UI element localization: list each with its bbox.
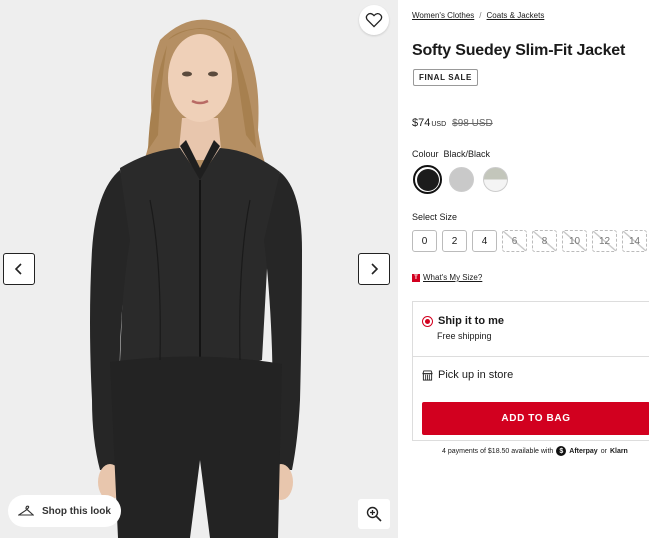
klarna-label[interactable]: Klarn <box>610 448 628 455</box>
gallery-prev-button[interactable] <box>3 253 35 285</box>
payments-text: 4 payments of $18.50 available with <box>442 447 554 455</box>
swatch-sage-white[interactable] <box>481 165 510 194</box>
chevron-left-icon <box>14 263 22 275</box>
wishlist-button[interactable] <box>359 5 389 35</box>
size-options: 0 2 4 6 8 10 12 14 <box>412 230 647 252</box>
product-image <box>0 0 398 538</box>
size-4-button[interactable]: 4 <box>472 230 497 252</box>
ship-sub-label: Free shipping <box>437 331 492 341</box>
price-currency: USD <box>431 121 447 128</box>
gallery-next-button[interactable] <box>358 253 390 285</box>
breadcrumb-womens-clothes[interactable]: Women's Clothes <box>412 11 474 20</box>
zoom-button[interactable] <box>358 499 390 529</box>
breadcrumb: Women's Clothes / Coats & Jackets <box>412 11 544 20</box>
size-label: Select Size <box>412 212 458 222</box>
afterpay-label[interactable]: Afterpay <box>569 448 597 455</box>
ship-option[interactable]: Ship it to me Free shipping <box>422 315 504 341</box>
delivery-divider <box>413 356 649 357</box>
heart-icon <box>365 12 383 28</box>
hanger-icon <box>18 505 34 516</box>
breadcrumb-coats-jackets[interactable]: Coats & Jackets <box>487 11 545 20</box>
radio-selected-icon <box>422 315 433 327</box>
colour-swatches <box>413 165 510 194</box>
price-row: $74USD $98 USD <box>412 117 493 129</box>
size-10-button[interactable]: 10 <box>562 230 587 252</box>
size-14-button[interactable]: 14 <box>622 230 647 252</box>
payments-or: or <box>600 447 607 455</box>
pickup-option[interactable]: Pick up in store <box>422 369 513 381</box>
chevron-right-icon <box>371 263 379 275</box>
shop-this-look-label: Shop this look <box>42 505 111 517</box>
current-price: $74USD <box>412 117 447 129</box>
original-price: $98 USD <box>452 118 493 129</box>
colour-label: Colour <box>412 149 439 159</box>
size-2-button[interactable]: 2 <box>442 230 467 252</box>
size-guide: T What's My Size? <box>412 273 482 282</box>
afterpay-icon: $ <box>556 446 567 456</box>
selected-colour: Black/Black <box>443 149 491 159</box>
product-gallery: Shop this look <box>0 0 398 538</box>
size-6-button[interactable]: 6 <box>502 230 527 252</box>
final-sale-badge: FINAL SALE <box>413 69 478 86</box>
product-title: Softy Suedey Slim-Fit Jacket <box>412 42 626 59</box>
product-details: Women's Clothes / Coats & Jackets Softy … <box>412 0 649 538</box>
pickup-label: Pick up in store <box>438 369 514 381</box>
size-8-button[interactable]: 8 <box>532 230 557 252</box>
swatch-grey[interactable] <box>447 165 476 194</box>
size-12-button[interactable]: 12 <box>592 230 617 252</box>
delivery-options: Ship it to me Free shipping Pick up in s… <box>412 301 649 441</box>
payment-options: 4 payments of $18.50 available with $ Af… <box>442 446 628 456</box>
colour-row: Colour Black/Black <box>412 149 490 159</box>
whats-my-size-link[interactable]: What's My Size? <box>423 273 482 282</box>
ship-label: Ship it to me <box>438 315 504 327</box>
size-guide-badge-icon: T <box>412 273 420 282</box>
swatch-black-black[interactable] <box>413 165 442 194</box>
size-0-button[interactable]: 0 <box>412 230 437 252</box>
add-to-bag-button[interactable]: ADD TO BAG <box>422 402 649 435</box>
store-icon <box>422 369 433 381</box>
zoom-in-icon <box>366 506 382 522</box>
breadcrumb-separator: / <box>479 11 482 20</box>
shop-this-look-button[interactable]: Shop this look <box>8 495 121 527</box>
